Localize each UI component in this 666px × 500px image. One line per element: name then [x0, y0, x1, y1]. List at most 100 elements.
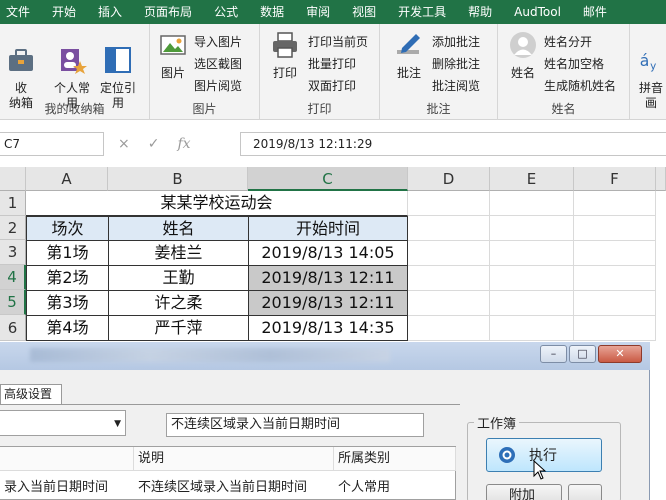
storage-box-button[interactable]: 收 纳箱: [4, 30, 38, 111]
table-cell[interactable]: 姜桂兰: [108, 240, 249, 266]
tab-data[interactable]: 数据: [249, 0, 295, 24]
empty-column-e[interactable]: [490, 191, 574, 341]
list-cell-function[interactable]: 录入当前日期时间: [0, 477, 134, 499]
close-button[interactable]: ✕: [598, 345, 642, 363]
tab-formulas[interactable]: 公式: [203, 0, 249, 24]
comment-button[interactable]: 批注: [392, 30, 426, 81]
col-header-f[interactable]: F: [574, 167, 656, 191]
name-add-space-label: 姓名加空格: [544, 57, 605, 71]
comment-browse-button[interactable]: 批注阅览: [432, 78, 480, 94]
import-picture-button[interactable]: 导入图片: [194, 34, 242, 50]
select-screenshot-button[interactable]: 选区截图: [194, 56, 242, 72]
list-header-category[interactable]: 所属类别: [334, 447, 456, 471]
table-cell[interactable]: 第2场: [26, 265, 109, 291]
batch-print-button[interactable]: 批量打印: [308, 56, 356, 72]
table-cell[interactable]: 2019/8/13 14:35: [248, 315, 408, 341]
picture-browse-button[interactable]: 图片阅览: [194, 78, 242, 94]
tab-view[interactable]: 视图: [341, 0, 387, 24]
list-header-description[interactable]: 说明: [134, 447, 334, 471]
function-list[interactable]: 说明 所属类别 录入当前日期时间 不连续区域录入当前日期时间 个人常用: [0, 446, 456, 500]
group-name: 姓名 姓名分开 姓名加空格 生成随机姓名 姓名: [498, 24, 630, 120]
row-header-4[interactable]: 4: [0, 265, 26, 290]
table-cell[interactable]: 严千萍: [108, 315, 249, 341]
tab-advanced-settings[interactable]: 高级设置: [0, 384, 62, 404]
table-cell[interactable]: 许之柔: [108, 290, 249, 316]
tab-insert[interactable]: 插入: [87, 0, 133, 24]
print-button[interactable]: 打印: [268, 30, 302, 81]
add-button[interactable]: 附加: [486, 484, 562, 500]
secondary-button[interactable]: [568, 484, 602, 500]
col-header-g[interactable]: [656, 167, 666, 191]
name-box[interactable]: C7: [0, 132, 104, 156]
formula-bar: C7 × ✓ fx 2019/8/13 12:11:29: [0, 130, 666, 158]
comment-pen-icon: [397, 34, 420, 54]
name-label: 姓名: [510, 66, 535, 80]
header-cell-session[interactable]: 场次: [26, 216, 109, 241]
execute-icon: [499, 447, 515, 463]
dialog-title-bar[interactable]: – □ ✕: [0, 342, 650, 370]
table-cell[interactable]: 王勤: [108, 265, 249, 291]
name-button[interactable]: 姓名: [506, 30, 540, 81]
ribbon: 收 纳箱 个人常 用 定位引 用 我的收纳箱 图片 导入图片 选区截图 图片阅览…: [0, 24, 666, 120]
list-cell-description[interactable]: 不连续区域录入当前日期时间: [134, 477, 334, 499]
pinyin-button[interactable]: á y 拼音 画: [636, 30, 666, 111]
header-cell-name[interactable]: 姓名: [108, 216, 249, 241]
tab-help[interactable]: 帮助: [457, 0, 503, 24]
tab-mail[interactable]: 邮件: [572, 0, 618, 24]
maximize-button[interactable]: □: [569, 345, 596, 363]
col-header-e[interactable]: E: [490, 167, 574, 191]
tab-review[interactable]: 审阅: [295, 0, 341, 24]
list-cell-category[interactable]: 个人常用: [334, 477, 456, 499]
tab-developer[interactable]: 开发工具: [387, 0, 457, 24]
header-cell-start-time[interactable]: 开始时间: [248, 216, 408, 241]
name-split-button[interactable]: 姓名分开: [544, 34, 592, 50]
empty-column-f[interactable]: [574, 191, 656, 341]
empty-column-d[interactable]: [408, 191, 490, 341]
select-all-corner[interactable]: [0, 167, 26, 191]
function-dropdown[interactable]: ▼: [0, 410, 126, 436]
selected-time-cell[interactable]: 2019/8/13 12:11: [248, 290, 408, 316]
row-header-3[interactable]: 3: [0, 240, 26, 265]
delete-comment-button[interactable]: 删除批注: [432, 56, 480, 72]
duplex-print-button[interactable]: 双面打印: [308, 78, 356, 94]
tool-dialog: – □ ✕ 高级设置 ▼ 不连续区域录入当前日期时间 说明 所属类别 录入当前日…: [0, 342, 650, 500]
row-header-5[interactable]: 5: [0, 290, 26, 315]
tab-home[interactable]: 开始: [41, 0, 87, 24]
table-cell[interactable]: 2019/8/13 14:05: [248, 240, 408, 266]
personal-common-button[interactable]: 个人常 用: [50, 30, 94, 111]
fx-icon[interactable]: fx: [177, 136, 190, 152]
col-header-d[interactable]: D: [408, 167, 490, 191]
confirm-icon[interactable]: ✓: [148, 136, 160, 152]
random-name-label: 生成随机姓名: [544, 79, 617, 93]
picture-button[interactable]: 图片: [156, 30, 190, 81]
table-cell[interactable]: 第3场: [26, 290, 109, 316]
toolbox-icon: [9, 49, 33, 71]
minimize-button[interactable]: –: [540, 345, 567, 363]
svg-text:y: y: [650, 61, 656, 73]
print-label: 打印: [272, 66, 297, 80]
table-cell[interactable]: 第4场: [26, 315, 109, 341]
cancel-icon[interactable]: ×: [118, 136, 130, 152]
col-header-c[interactable]: C: [248, 167, 408, 191]
ribbon-tab-bar: 文件 开始 插入 页面布局 公式 数据 审阅 视图 开发工具 帮助 AudToo…: [0, 0, 666, 24]
name-add-space-button[interactable]: 姓名加空格: [544, 56, 604, 72]
formula-input[interactable]: 2019/8/13 12:11:29: [240, 132, 666, 156]
description-field[interactable]: 不连续区域录入当前日期时间: [166, 413, 424, 437]
sheet-title-cell[interactable]: 某某学校运动会: [26, 191, 408, 216]
row-header-2[interactable]: 2: [0, 216, 26, 240]
selected-time-cell[interactable]: 2019/8/13 12:11: [248, 265, 408, 291]
col-header-b[interactable]: B: [108, 167, 248, 191]
tab-audtool[interactable]: AudTool: [503, 0, 572, 24]
title-bar-blur: [30, 348, 390, 362]
add-comment-button[interactable]: 添加批注: [432, 34, 480, 50]
random-name-button[interactable]: 生成随机姓名: [544, 78, 616, 94]
list-header-blank: [0, 447, 134, 471]
row-header-1[interactable]: 1: [0, 191, 26, 216]
col-header-a[interactable]: A: [26, 167, 108, 191]
tab-page-layout[interactable]: 页面布局: [133, 0, 203, 24]
tab-file[interactable]: 文件: [0, 0, 41, 24]
row-header-6[interactable]: 6: [0, 315, 26, 341]
print-current-page-button[interactable]: 打印当前页: [308, 34, 368, 50]
table-cell[interactable]: 第1场: [26, 240, 109, 266]
locate-ref-button[interactable]: 定位引 用: [96, 30, 140, 111]
